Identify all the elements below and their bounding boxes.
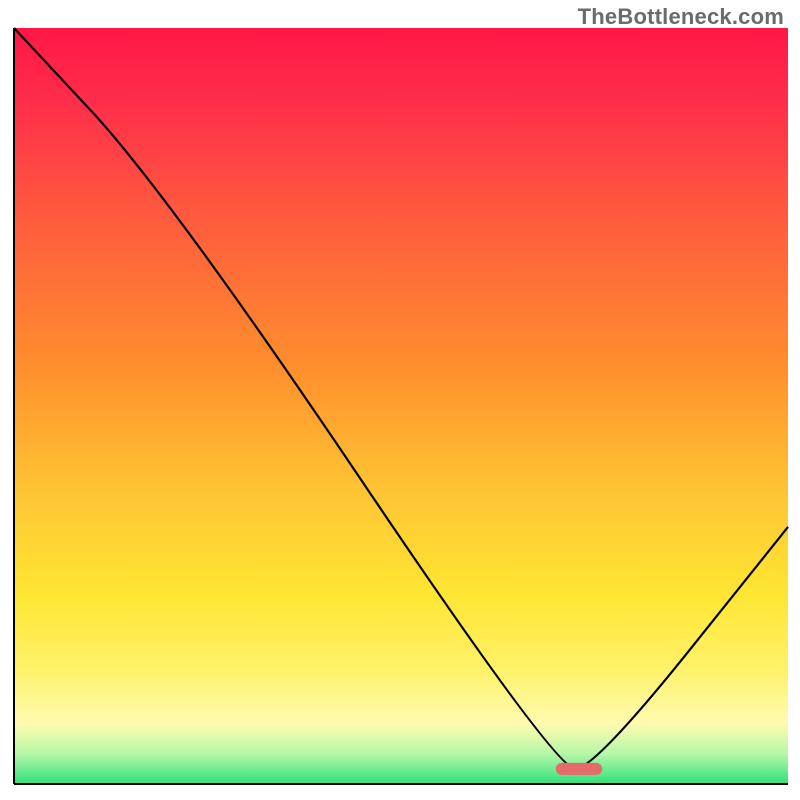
watermark-text: TheBottleneck.com xyxy=(578,4,784,30)
plot-area xyxy=(14,28,788,784)
optimal-marker xyxy=(556,763,602,775)
chart-container: TheBottleneck.com xyxy=(0,0,800,800)
bottleneck-chart xyxy=(0,0,800,800)
